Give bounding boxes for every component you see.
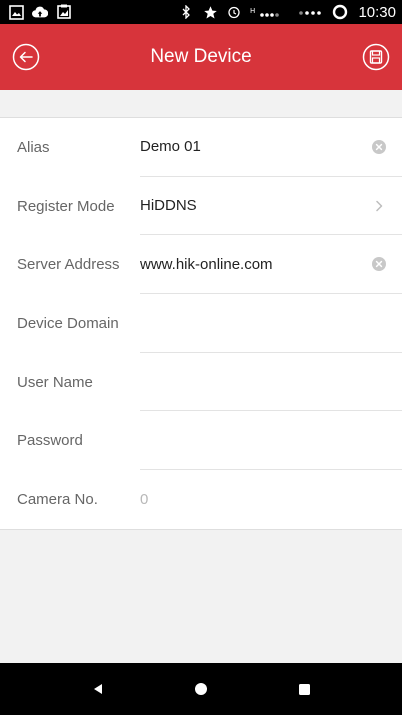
register-mode-field[interactable]: HiDDNS bbox=[140, 177, 402, 236]
camera-no-field[interactable]: 0 bbox=[140, 470, 402, 529]
register-mode-label: Register Mode bbox=[17, 197, 115, 215]
nav-back-button[interactable] bbox=[78, 669, 118, 709]
device-domain-row[interactable]: Device Domain bbox=[0, 294, 402, 353]
user-name-row[interactable]: User Name bbox=[0, 353, 402, 412]
status-bar-right: H 10:30 bbox=[178, 4, 396, 21]
home-circle-icon bbox=[194, 683, 207, 695]
register-mode-row[interactable]: Register Mode HiDDNS bbox=[0, 177, 402, 236]
device-domain-field[interactable] bbox=[140, 294, 402, 353]
image-icon bbox=[8, 4, 24, 20]
camera-no-value[interactable]: 0 bbox=[140, 491, 386, 508]
alarm-icon bbox=[226, 4, 242, 20]
device-domain-label: Device Domain bbox=[17, 314, 119, 332]
password-field[interactable] bbox=[140, 411, 402, 471]
save-button[interactable] bbox=[361, 42, 391, 72]
svg-text:H: H bbox=[250, 7, 255, 15]
server-address-value[interactable]: www.hik-online.com bbox=[140, 256, 372, 273]
user-name-field[interactable] bbox=[140, 353, 402, 412]
back-arrow-icon bbox=[12, 43, 40, 71]
status-time: 10:30 bbox=[358, 3, 396, 21]
camera-no-row[interactable]: Camera No. 0 bbox=[0, 470, 402, 529]
signal-icon: H bbox=[250, 4, 290, 20]
password-label: Password bbox=[17, 432, 83, 450]
star-icon bbox=[202, 4, 218, 20]
nav-recents-button[interactable] bbox=[284, 669, 324, 709]
system-nav-bar bbox=[0, 663, 402, 715]
clear-icon[interactable] bbox=[372, 139, 386, 154]
app-bar: New Device bbox=[0, 24, 402, 90]
alias-value[interactable]: Demo 01 bbox=[140, 138, 372, 155]
back-triangle-icon bbox=[93, 684, 102, 694]
server-address-row[interactable]: Server Address www.hik-online.com bbox=[0, 235, 402, 295]
recents-square-icon bbox=[298, 683, 310, 695]
back-button[interactable] bbox=[11, 42, 41, 72]
server-address-label: Server Address bbox=[17, 256, 120, 274]
gallery-icon bbox=[56, 4, 72, 20]
cloud-upload-icon bbox=[32, 4, 48, 20]
alias-row[interactable]: Alias Demo 01 bbox=[0, 118, 402, 177]
wifi-icon bbox=[298, 4, 324, 20]
password-row[interactable]: Password bbox=[0, 411, 402, 471]
server-address-field[interactable]: www.hik-online.com bbox=[140, 235, 402, 295]
page-title: New Device bbox=[150, 46, 252, 67]
battery-icon bbox=[332, 4, 348, 20]
status-bar-left bbox=[8, 4, 72, 20]
section-spacer bbox=[0, 90, 402, 117]
alias-label: Alias bbox=[17, 138, 50, 156]
chevron-right-icon bbox=[372, 199, 386, 213]
register-mode-value[interactable]: HiDDNS bbox=[140, 197, 372, 214]
nav-home-button[interactable] bbox=[181, 669, 221, 709]
bluetooth-icon bbox=[178, 4, 194, 20]
alias-field[interactable]: Demo 01 bbox=[140, 118, 402, 177]
user-name-label: User Name bbox=[17, 373, 93, 391]
camera-no-label: Camera No. bbox=[17, 490, 98, 508]
screen: H 10:30 New Device Alias Demo 01 Registe… bbox=[0, 0, 402, 715]
status-bar: H 10:30 bbox=[0, 0, 402, 24]
save-icon bbox=[362, 43, 390, 71]
clear-icon[interactable] bbox=[372, 257, 386, 272]
device-form: Alias Demo 01 Register Mode HiDDNS Serve… bbox=[0, 117, 402, 530]
